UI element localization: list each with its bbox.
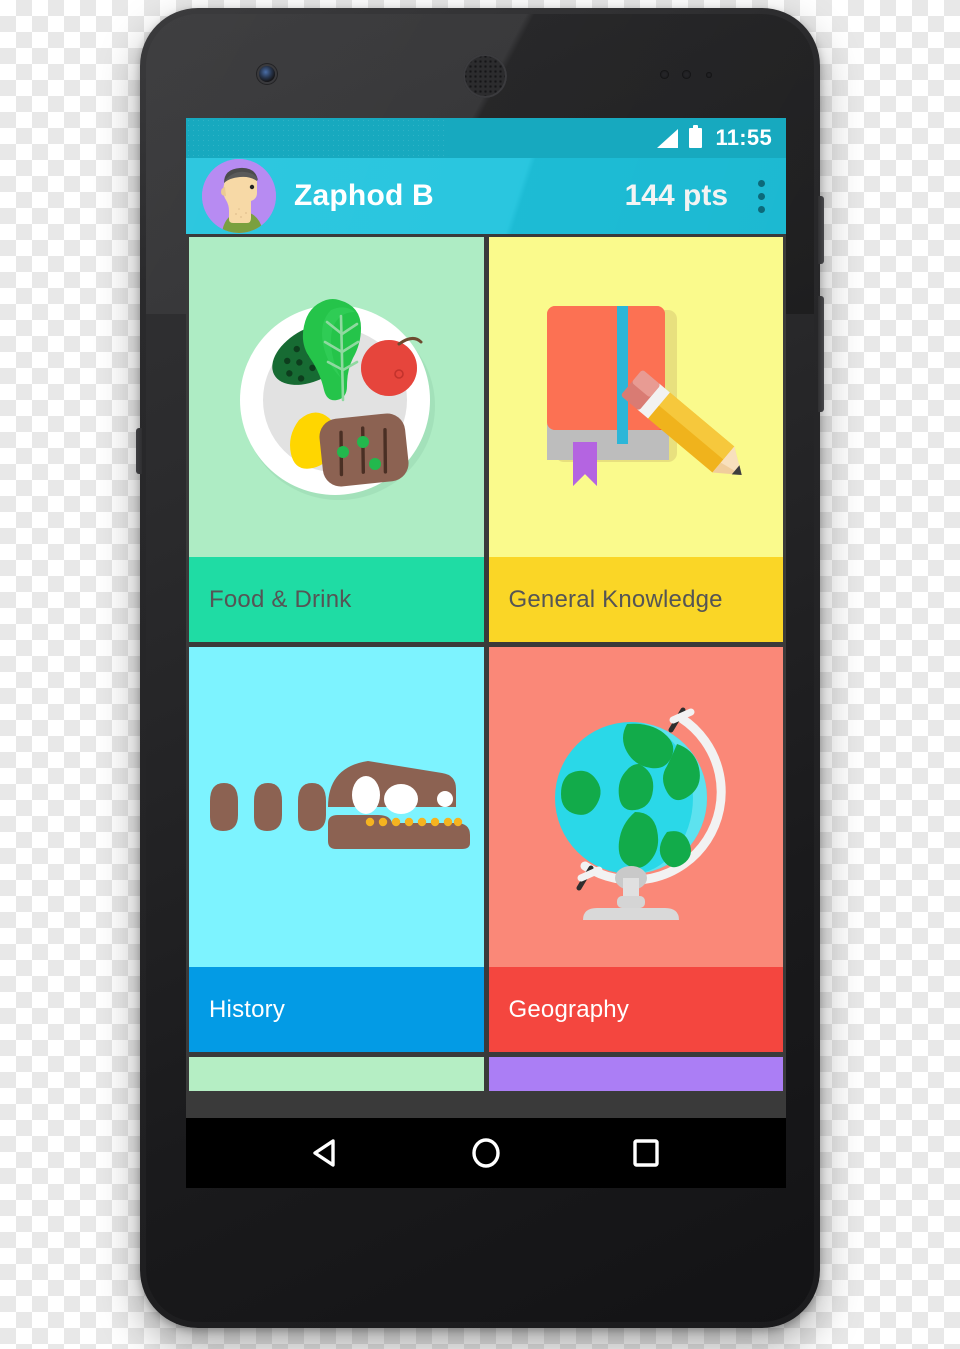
category-grid: Food & Drink General Knowledge History G… [186,234,786,1118]
tile-label: General Knowledge [488,557,783,642]
plate-of-food-icon [240,299,436,500]
category-tile-history[interactable]: History [189,647,484,1052]
front-camera-icon [259,66,275,82]
category-row: History Geography [186,647,786,1052]
recents-button[interactable] [618,1125,674,1181]
category-row-peek [186,1057,786,1091]
earpiece-speaker-icon [463,54,507,98]
globe-icon [554,707,726,920]
phone-device: 11:55 Zaphod B 144 pts Food & Drink Gene… [136,8,824,1328]
bottom-bezel [146,1188,814,1322]
page-root: 11:55 Zaphod B 144 pts Food & Drink Gene… [0,0,960,1349]
phone-screen: 11:55 Zaphod B 144 pts Food & Drink Gene… [186,118,786,1188]
status-clock: 11:55 [715,125,772,150]
phone-bezel: 11:55 Zaphod B 144 pts Food & Drink Gene… [146,14,814,1322]
overflow-dot [757,192,765,200]
tile-artwork [488,237,783,557]
tile-label: History [189,967,484,1052]
signal-icon [657,128,679,148]
overflow-dot [757,205,765,213]
avatar-face-icon [202,159,276,233]
navigation-bar [186,1118,786,1188]
category-tile-peek-right[interactable] [488,1057,783,1091]
power-button[interactable] [818,196,824,264]
category-tile-geography[interactable]: Geography [488,647,783,1052]
volume-button[interactable] [818,296,824,412]
sim-tray[interactable] [136,428,142,474]
category-tile-general-knowledge[interactable]: General Knowledge [488,237,783,642]
proximity-sensor-icon [660,70,669,79]
overflow-menu-button[interactable] [748,176,774,217]
tile-artwork [189,647,484,967]
user-name: Zaphod B [294,179,434,212]
avatar[interactable] [202,159,276,233]
tile-artwork [488,647,783,967]
tile-artwork [189,237,484,557]
recents-square-icon [633,1139,659,1167]
category-tile-food-drink[interactable]: Food & Drink [189,237,484,642]
home-circle-icon [472,1138,500,1168]
category-row: Food & Drink General Knowledge [186,237,786,642]
status-bar: 11:55 [186,118,786,158]
notification-led-icon [706,72,712,78]
points-badge: 144 pts [624,179,728,212]
book-and-pencil-icon [546,306,742,486]
tile-label: Geography [488,967,783,1052]
home-button[interactable] [458,1125,514,1181]
tile-label: Food & Drink [189,557,484,642]
category-tile-peek-left[interactable] [189,1057,484,1091]
dinosaur-skull-icon [210,761,471,849]
overflow-dot [757,179,765,187]
status-bar-texture [186,118,446,158]
back-triangle-icon [313,1139,335,1167]
light-sensor-icon [682,70,691,79]
back-button[interactable] [298,1125,354,1181]
app-bar: Zaphod B 144 pts [186,158,786,234]
battery-icon [689,125,703,148]
